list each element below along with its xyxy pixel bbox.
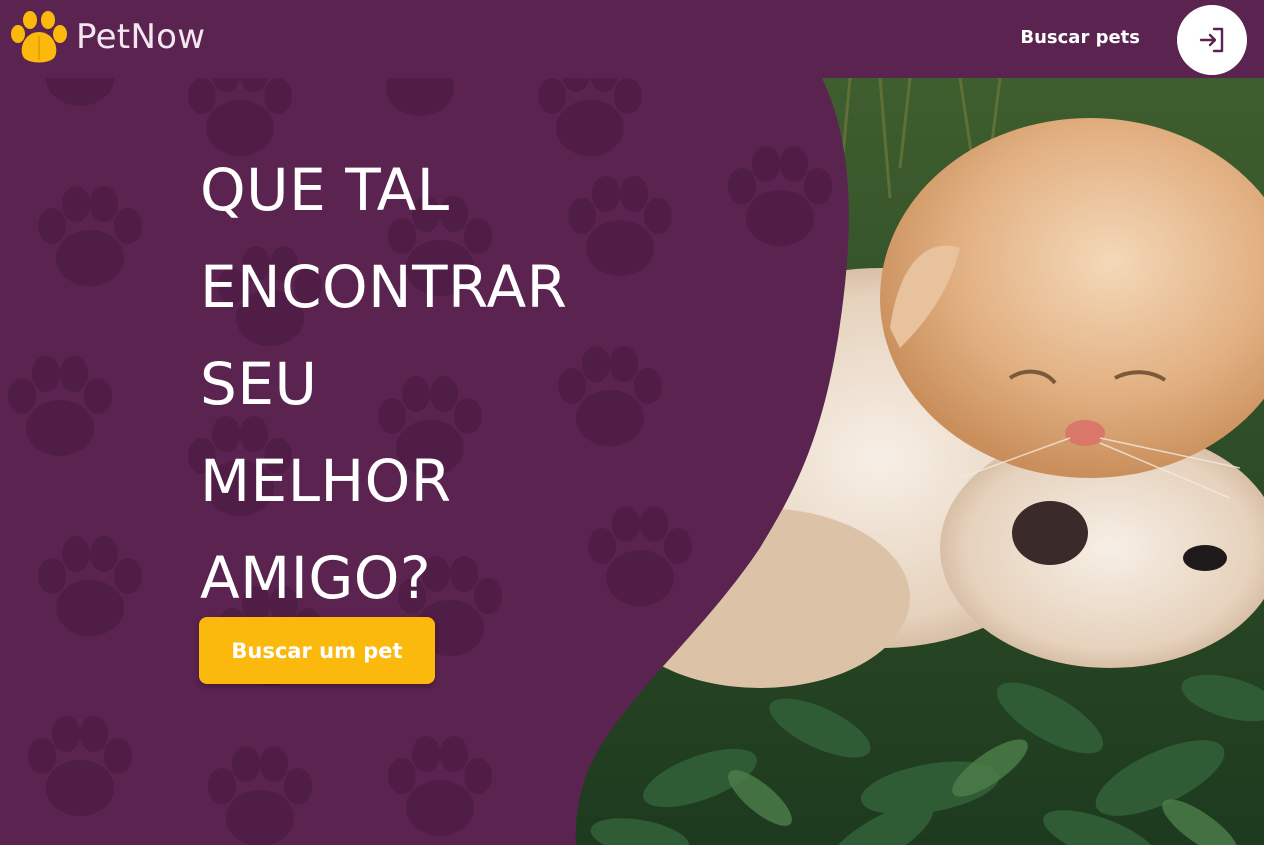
login-arrow-icon: [1199, 27, 1224, 53]
top-header: PetNow Buscar pets: [0, 0, 1264, 78]
headline-line: AMIGO?: [200, 544, 432, 612]
headline-line: SEU: [200, 350, 318, 418]
headline-line: QUE TAL: [200, 156, 450, 224]
landing-page: PetNow Buscar pets QUE TAL ENCONTRAR SEU…: [0, 0, 1264, 845]
headline-line: ENCONTRAR: [200, 253, 568, 321]
brand-logo[interactable]: PetNow: [10, 10, 205, 64]
brand-name-pet: Pet: [76, 17, 131, 57]
paw-icon: [11, 11, 67, 63]
brand-name-now: Now: [130, 17, 206, 57]
login-button[interactable]: [1177, 5, 1247, 75]
headline-line: MELHOR: [200, 447, 452, 515]
nav-buscar-pets-link[interactable]: Buscar pets: [1020, 27, 1140, 48]
cat-and-dog-photo: [575, 78, 1264, 845]
hero-headline: QUE TAL ENCONTRAR SEU MELHOR AMIGO?: [200, 142, 567, 627]
buscar-um-pet-button[interactable]: Buscar um pet: [199, 617, 435, 684]
brand-name: PetNow: [76, 20, 205, 54]
